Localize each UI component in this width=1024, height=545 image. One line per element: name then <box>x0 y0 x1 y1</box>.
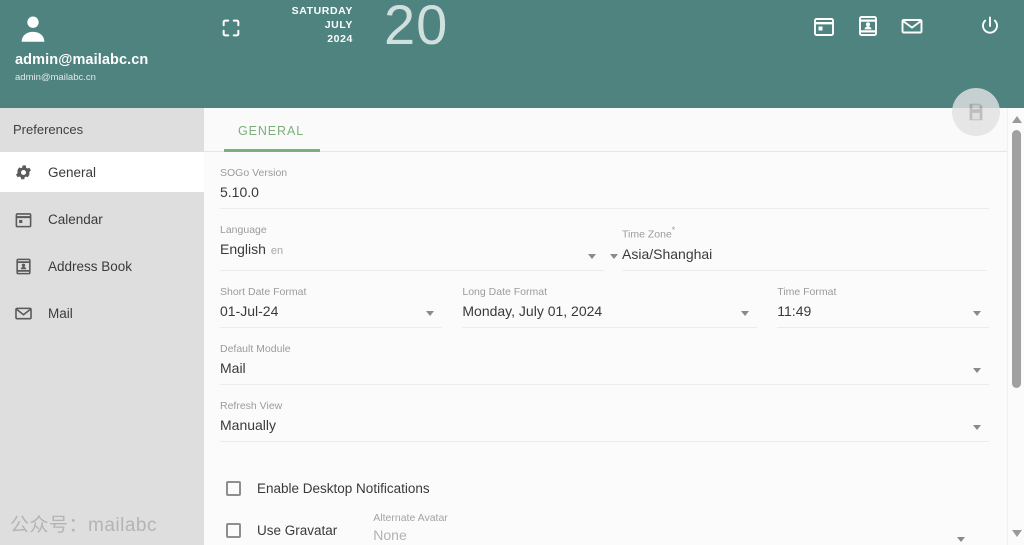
save-button[interactable] <box>952 88 1000 136</box>
row-language-timezone: Language English en Time Zone* Asia/Shang… <box>220 209 989 271</box>
sidebar-item-label: Address Book <box>48 258 133 274</box>
row-date-time-formats: Short Date Format 01-Jul-24 Long Date Fo… <box>220 271 989 328</box>
checkbox-row-use-gravatar[interactable]: Use Gravatar Alternate Avatar None <box>226 510 989 545</box>
field-label: Refresh View <box>220 399 283 412</box>
sidebar-item-mail[interactable]: Mail <box>0 293 204 333</box>
checkbox-row-desktop-notifications[interactable]: Enable Desktop Notifications <box>226 468 989 510</box>
field-value: Asia/Shanghai <box>622 245 713 262</box>
current-date-block: SATURDAY JULY 2024 20 <box>248 0 448 56</box>
field-time-zone[interactable]: Time Zone* Asia/Shanghai <box>610 209 987 271</box>
save-floppy-icon <box>969 103 983 121</box>
field-label: Alternate Avatar <box>373 512 448 524</box>
vertical-scrollbar[interactable] <box>1007 108 1024 545</box>
field-value: Mail <box>220 359 246 376</box>
field-alternate-avatar[interactable]: Alternate Avatar None <box>373 511 973 545</box>
sidebar-item-label: General <box>48 164 97 180</box>
field-language[interactable]: Language English en <box>220 209 604 271</box>
field-value: Monday, July 01, 2024 <box>462 302 603 319</box>
sidebar-item-label: Mail <box>48 305 73 321</box>
field-long-date-format[interactable]: Long Date Format Monday, July 01, 2024 <box>462 271 758 328</box>
topbar: SATURDAY JULY 2024 20 <box>204 0 1024 108</box>
power-icon[interactable] <box>978 14 1002 38</box>
mail-icon <box>13 303 33 323</box>
field-label: Language <box>220 224 267 236</box>
address-book-icon <box>13 256 33 276</box>
checkbox-use-gravatar[interactable] <box>226 523 241 538</box>
field-default-module[interactable]: Default Module Mail <box>220 328 989 385</box>
time-zone-label-text: Time Zone <box>622 228 672 241</box>
gear-icon <box>13 162 33 182</box>
chevron-down-icon[interactable] <box>610 253 618 259</box>
field-value: None <box>373 527 407 543</box>
watermark-text: 公众号：mailabc <box>10 515 157 536</box>
field-time-format[interactable]: Time Format 11:49 <box>777 271 989 328</box>
language-code: en <box>270 245 284 257</box>
sogo-preferences-window: admin@mailabc.cn admin@mailabc.cn Prefer… <box>0 0 1024 545</box>
fullscreen-icon[interactable] <box>220 17 242 39</box>
field-label: Short Date Format <box>220 285 307 298</box>
date-day-number: 20 <box>384 0 449 56</box>
field-label: Default Module <box>220 342 291 355</box>
chevron-down-icon[interactable] <box>973 424 981 430</box>
field-value: 11:49 <box>777 302 812 319</box>
chevron-down-icon[interactable] <box>741 310 750 316</box>
sidebar-item-general[interactable]: General <box>0 152 204 192</box>
sidebar-item-label: Calendar <box>48 211 103 227</box>
chevron-down-icon[interactable] <box>957 537 966 542</box>
field-value: 5.10.0 <box>220 184 259 200</box>
chevron-down-icon[interactable] <box>426 310 435 316</box>
calendar-icon <box>13 209 33 229</box>
user-display-name: admin@mailabc.cn <box>15 52 149 68</box>
required-asterisk: * <box>671 225 676 235</box>
address-book-icon[interactable] <box>856 14 880 38</box>
scrollbar-thumb[interactable] <box>1012 130 1021 388</box>
checkbox-desktop-notifications[interactable] <box>226 481 241 496</box>
preferences-section-label: Preferences <box>13 122 84 137</box>
field-label: SOGo Version <box>220 167 288 179</box>
main-content: GENERAL SOGo Version 5.10.0 Language Eng… <box>204 108 1007 545</box>
date-year: 2024 <box>327 33 353 45</box>
field-label: Time Format <box>777 285 837 298</box>
tabbar: GENERAL <box>204 108 1007 152</box>
sidebar-item-calendar[interactable]: Calendar <box>0 199 204 239</box>
field-label: Time Zone* <box>622 223 987 242</box>
sidebar-item-address-book[interactable]: Address Book <box>0 246 204 286</box>
triangle-up-icon[interactable] <box>1012 116 1022 123</box>
field-short-date-format[interactable]: Short Date Format 01-Jul-24 <box>220 271 443 328</box>
sidebar: admin@mailabc.cn admin@mailabc.cn Prefer… <box>0 0 204 545</box>
checkbox-group: Enable Desktop Notifications Use Gravata… <box>220 468 989 545</box>
tab-general[interactable]: GENERAL <box>224 108 321 152</box>
field-value: English en <box>220 239 604 261</box>
topbar-actions <box>812 14 1024 38</box>
triangle-down-icon[interactable] <box>1012 530 1022 537</box>
field-sogo-version: SOGo Version 5.10.0 <box>220 152 989 209</box>
checkbox-label: Use Gravatar <box>257 523 338 538</box>
chevron-down-icon[interactable] <box>588 253 596 259</box>
user-email: admin@mailabc.cn <box>15 72 96 83</box>
field-label: Long Date Format <box>462 285 548 298</box>
date-weekday: SATURDAY <box>291 5 353 17</box>
field-refresh-view[interactable]: Refresh View Manually <box>220 385 989 442</box>
person-icon <box>21 16 45 42</box>
chevron-down-icon[interactable] <box>973 367 981 373</box>
field-value: 01-Jul-24 <box>220 302 279 319</box>
checkbox-label: Enable Desktop Notifications <box>257 481 430 496</box>
user-panel: admin@mailabc.cn admin@mailabc.cn <box>0 0 204 108</box>
language-value: English <box>220 241 266 257</box>
preferences-form: SOGo Version 5.10.0 Language English en T… <box>204 152 1007 545</box>
mail-icon[interactable] <box>900 14 924 38</box>
calendar-icon[interactable] <box>812 14 836 38</box>
field-value: Manually <box>220 416 277 433</box>
chevron-down-icon[interactable] <box>973 310 981 316</box>
date-month: JULY <box>324 19 353 31</box>
